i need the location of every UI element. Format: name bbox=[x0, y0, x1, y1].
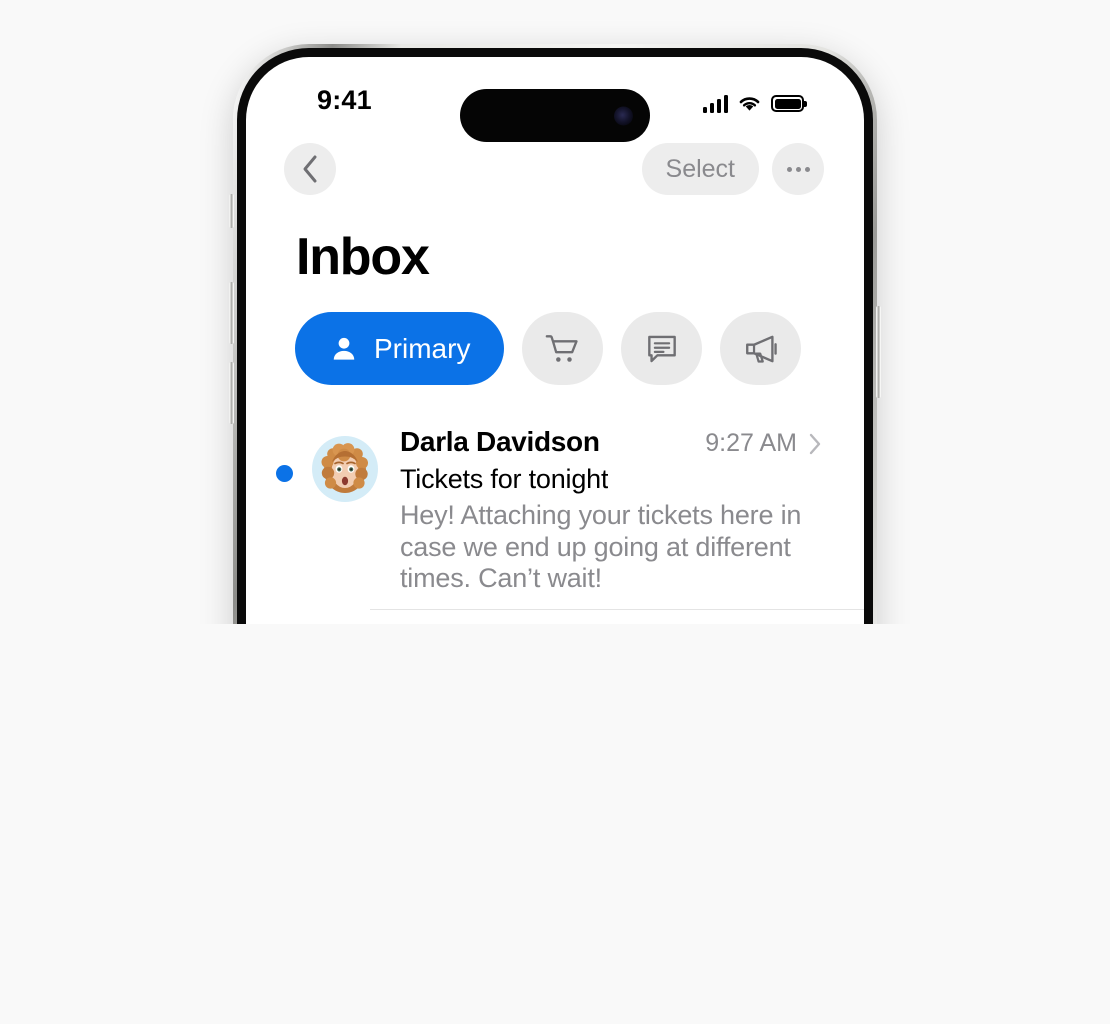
shopping-cart-icon bbox=[543, 329, 583, 369]
chevron-left-icon bbox=[301, 154, 319, 184]
action-button[interactable] bbox=[229, 194, 234, 228]
megaphone-icon bbox=[742, 330, 780, 368]
canvas-crop-mask bbox=[0, 624, 1110, 1024]
email-timestamp: 9:27 AM bbox=[705, 429, 797, 458]
chevron-right-icon[interactable] bbox=[809, 433, 822, 455]
status-bar-time: 9:41 bbox=[317, 85, 372, 116]
email-sender: Darla Davidson bbox=[400, 426, 600, 458]
filter-pill-primary-label: Primary bbox=[374, 333, 470, 365]
email-list-item[interactable]: Darla Davidson 9:27 AM Tickets for tonig… bbox=[276, 412, 864, 609]
filter-pill-primary[interactable]: Primary bbox=[295, 312, 504, 385]
power-button[interactable] bbox=[876, 306, 881, 398]
avatar bbox=[312, 436, 378, 502]
email-subject-line: Tickets for tonight bbox=[400, 464, 822, 495]
more-options-button[interactable] bbox=[772, 143, 824, 195]
battery-full-icon bbox=[771, 95, 804, 112]
select-button[interactable]: Select bbox=[642, 143, 759, 195]
chat-bubble-icon bbox=[643, 330, 681, 368]
navigation-bar: Select bbox=[246, 143, 864, 205]
front-camera-icon bbox=[614, 106, 633, 125]
status-bar-icons bbox=[703, 94, 805, 113]
filter-pill-updates[interactable] bbox=[720, 312, 801, 385]
back-button[interactable] bbox=[284, 143, 336, 195]
ellipsis-icon bbox=[787, 167, 810, 172]
cellular-signal-icon bbox=[703, 94, 729, 113]
filter-pill-row: Primary bbox=[295, 312, 801, 385]
dynamic-island bbox=[460, 89, 650, 142]
unread-indicator bbox=[276, 465, 293, 482]
filter-pill-transactions[interactable] bbox=[621, 312, 702, 385]
volume-down-button[interactable] bbox=[229, 362, 234, 424]
memoji-illustration bbox=[312, 436, 378, 502]
status-bar: 9:41 bbox=[246, 57, 864, 139]
page-title: Inbox bbox=[296, 227, 429, 287]
person-icon bbox=[329, 334, 359, 364]
filter-pill-shopping[interactable] bbox=[522, 312, 603, 385]
email-preview: Hey! Attaching your tickets here in case… bbox=[400, 500, 822, 595]
email-subject: Tickets for tonight bbox=[400, 464, 608, 495]
volume-up-button[interactable] bbox=[229, 282, 234, 344]
email-content: Darla Davidson 9:27 AM Tickets for tonig… bbox=[400, 426, 822, 595]
wifi-icon bbox=[737, 94, 762, 113]
